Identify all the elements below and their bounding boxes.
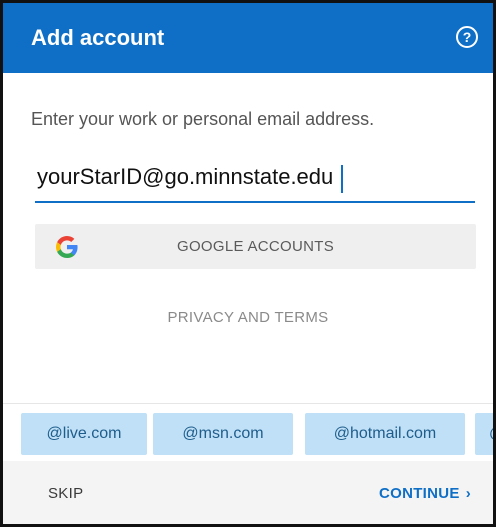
chip-live[interactable]: @live.com — [21, 413, 147, 455]
chip-hotmail[interactable]: @hotmail.com — [305, 413, 465, 455]
footer-bar: SKIP CONTINUE › — [3, 461, 493, 524]
domain-suggestions: @live.com @msn.com @hotmail.com @ — [3, 413, 493, 455]
email-input[interactable] — [35, 159, 475, 203]
continue-label: CONTINUE — [378, 485, 460, 502]
continue-button[interactable]: CONTINUE › — [379, 485, 471, 502]
google-accounts-button[interactable]: GOOGLE ACCOUNTS — [35, 224, 476, 269]
email-prompt: Enter your work or personal email addres… — [31, 109, 375, 129]
page-title: Add account — [31, 25, 165, 50]
add-account-screen: Add account ? Enter your work or persona… — [0, 0, 496, 527]
chevron-right-icon: › — [465, 485, 471, 502]
google-accounts-label: GOOGLE ACCOUNTS — [176, 238, 335, 255]
help-question-icon[interactable]: ? — [456, 26, 478, 48]
header-bar: Add account ? — [3, 3, 493, 73]
privacy-terms-link[interactable]: PRIVACY AND TERMS — [3, 309, 493, 326]
chip-partial[interactable]: @ — [475, 413, 493, 455]
text-cursor — [341, 165, 343, 193]
skip-button[interactable]: SKIP — [48, 485, 83, 502]
chip-msn[interactable]: @msn.com — [153, 413, 293, 455]
divider — [3, 403, 493, 404]
